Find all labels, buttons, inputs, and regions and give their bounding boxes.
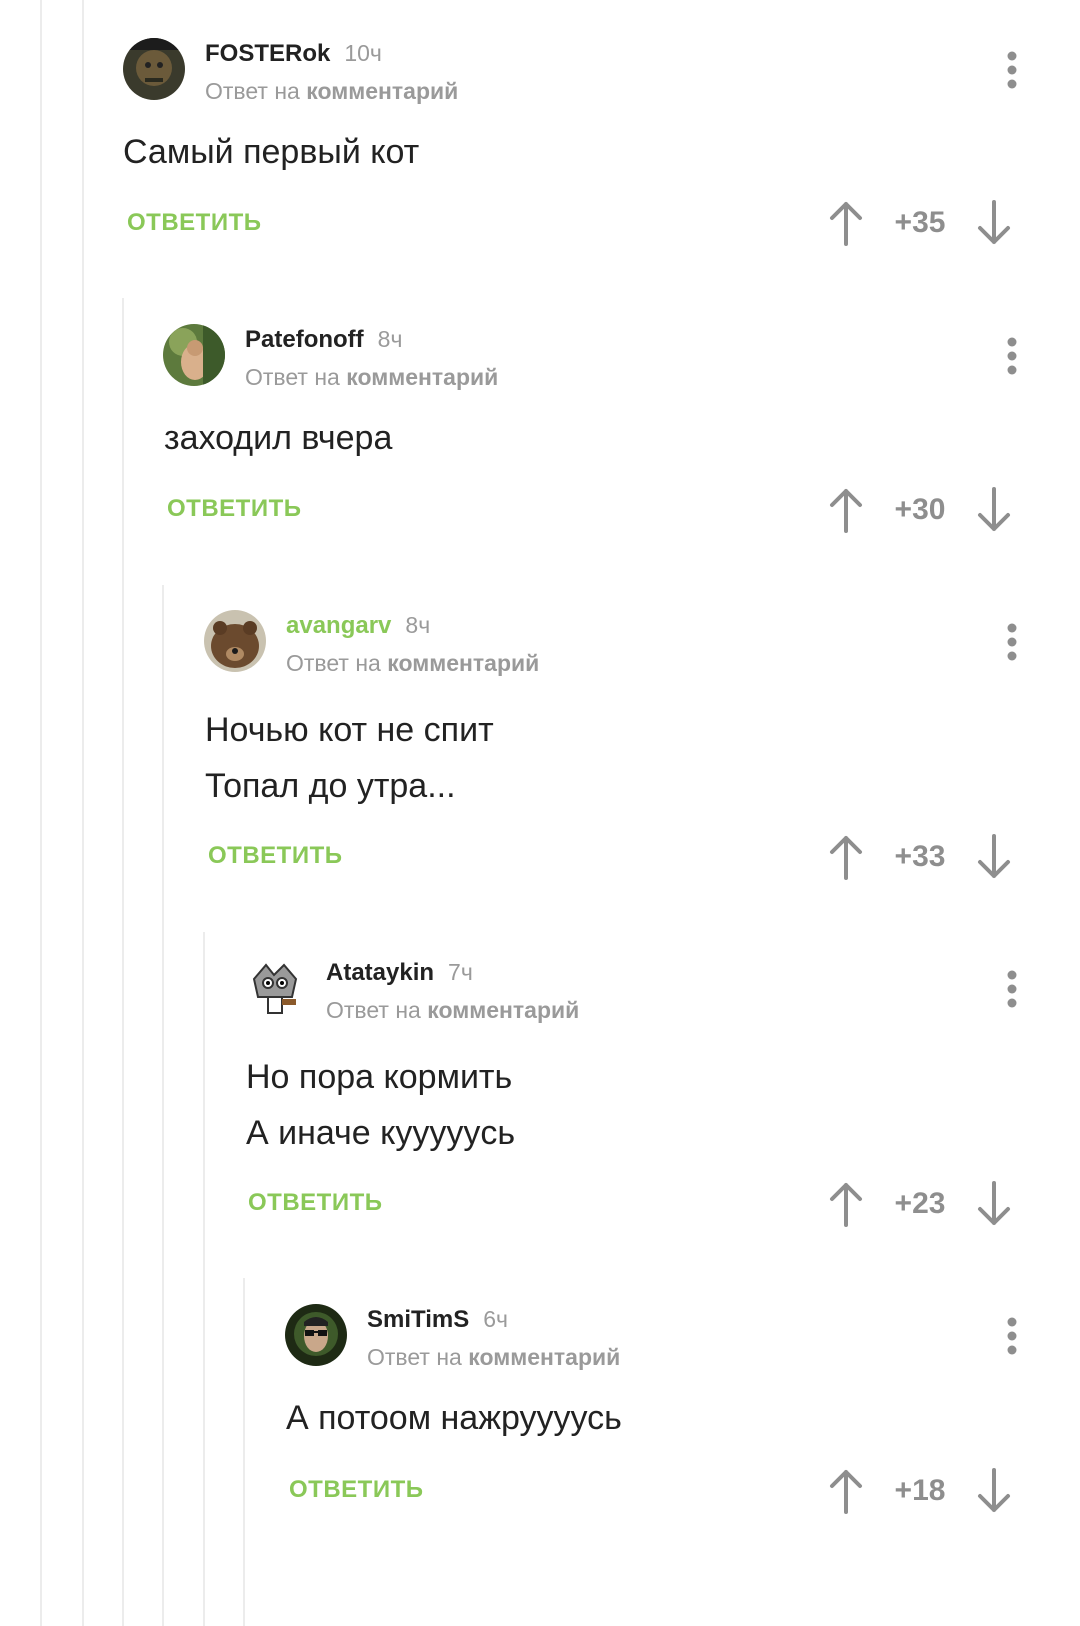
avatar[interactable] <box>204 610 266 672</box>
comment-body: Самый первый кот <box>123 124 419 180</box>
reply-prefix: Ответ на <box>245 364 340 390</box>
thread-line-6 <box>243 1278 245 1626</box>
username[interactable]: Patefonoff <box>245 326 364 353</box>
reply-to-line: Ответ на комментарий <box>205 78 458 105</box>
reply-prefix: Ответ на <box>367 1344 462 1370</box>
arrow-down-icon[interactable] <box>976 834 1012 880</box>
comment-line: А иначе куууууcь <box>246 1114 516 1152</box>
thread-line-2 <box>82 0 84 1626</box>
score: +23 <box>894 1187 946 1220</box>
avatar[interactable] <box>244 957 306 1019</box>
comment-line: Топал до утра... <box>205 767 456 805</box>
more-vertical-icon[interactable] <box>1000 1316 1024 1356</box>
timestamp: 8ч <box>405 612 431 638</box>
more-vertical-icon[interactable] <box>1000 969 1024 1009</box>
avatar[interactable] <box>163 324 225 386</box>
arrow-down-icon[interactable] <box>976 1181 1012 1227</box>
comment-line: заходил вчера <box>164 419 393 457</box>
more-vertical-icon[interactable] <box>1000 50 1024 90</box>
timestamp: 8ч <box>377 326 403 352</box>
arrow-down-icon[interactable] <box>976 200 1012 246</box>
arrow-up-icon[interactable] <box>828 1181 864 1227</box>
arrow-down-icon[interactable] <box>976 487 1012 533</box>
vote-controls: +35 <box>820 200 1030 250</box>
reply-button[interactable]: ОТВЕТИТЬ <box>127 209 262 237</box>
reply-target-link[interactable]: комментарий <box>346 364 498 390</box>
reply-prefix: Ответ на <box>286 650 381 676</box>
reply-prefix: Ответ на <box>326 997 421 1023</box>
vote-controls: +30 <box>820 487 1030 537</box>
timestamp: 7ч <box>448 959 473 985</box>
thread-line-5 <box>203 932 205 1626</box>
thread-line-3 <box>122 298 124 1626</box>
comment-body: заходил вчера <box>164 410 392 466</box>
username[interactable]: avangarv <box>286 612 391 639</box>
timestamp: 10ч <box>344 40 382 66</box>
arrow-up-icon[interactable] <box>828 487 864 533</box>
reply-button[interactable]: ОТВЕТИТЬ <box>167 495 302 523</box>
username[interactable]: SmiTimS <box>367 1306 469 1333</box>
reply-target-link[interactable]: комментарий <box>427 997 579 1023</box>
avatar[interactable] <box>123 38 185 100</box>
arrow-down-icon[interactable] <box>976 1468 1012 1514</box>
reply-button[interactable]: ОТВЕТИТЬ <box>208 842 343 870</box>
reply-target-link[interactable]: комментарий <box>468 1344 620 1370</box>
reply-target-link[interactable]: комментарий <box>306 78 458 104</box>
reply-prefix: Ответ на <box>205 78 300 104</box>
score: +30 <box>894 493 946 526</box>
thread-line-1 <box>40 0 42 1626</box>
more-vertical-icon[interactable] <box>1000 622 1024 662</box>
score: +35 <box>894 206 946 239</box>
arrow-up-icon[interactable] <box>828 834 864 880</box>
comment-line: А потоом нажруууусь <box>286 1399 622 1437</box>
comment-line: Но пора кормить <box>246 1058 513 1096</box>
timestamp: 6ч <box>483 1306 509 1332</box>
comment-line: Ночью кот не спит <box>205 711 494 749</box>
reply-button[interactable]: ОТВЕТИТЬ <box>289 1476 424 1504</box>
username[interactable]: Atataykin <box>326 959 434 986</box>
comment-line: Самый первый кот <box>123 133 420 171</box>
username[interactable]: FOSTERok <box>205 40 330 67</box>
reply-button[interactable]: ОТВЕТИТЬ <box>248 1189 383 1217</box>
vote-controls: +18 <box>820 1468 1030 1518</box>
reply-to-line: Ответ на комментарий <box>367 1344 620 1371</box>
comment-body: Ночью кот не спит Топал до утра... <box>205 702 494 814</box>
vote-controls: +33 <box>820 834 1030 884</box>
reply-to-line: Ответ на комментарий <box>286 650 539 677</box>
arrow-up-icon[interactable] <box>828 1468 864 1514</box>
vote-controls: +23 <box>820 1181 1030 1231</box>
reply-to-line: Ответ на комментарий <box>245 364 498 391</box>
reply-to-line: Ответ на комментарий <box>326 997 579 1024</box>
reply-target-link[interactable]: комментарий <box>387 650 539 676</box>
avatar[interactable] <box>285 1304 347 1366</box>
thread-line-4 <box>162 585 164 1626</box>
score: +18 <box>894 1474 946 1507</box>
comment-body: Но пора кормить А иначе куууууcь <box>246 1049 515 1161</box>
more-vertical-icon[interactable] <box>1000 336 1024 376</box>
comment-body: А потоом нажруууусь <box>286 1390 622 1446</box>
arrow-up-icon[interactable] <box>828 200 864 246</box>
score: +33 <box>894 840 946 873</box>
